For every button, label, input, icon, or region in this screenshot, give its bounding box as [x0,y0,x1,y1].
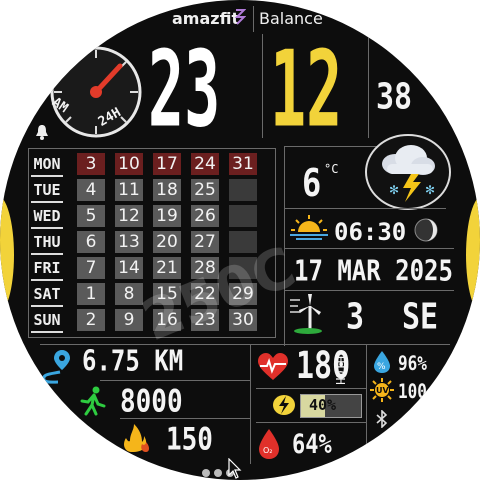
uv-sun-icon: UV [370,378,394,406]
calendar-cell: 19 [153,205,181,227]
date-text: 17 MAR 2025 [294,254,453,288]
temperature-value: 6 [302,160,322,206]
steps-runner-icon [80,386,106,420]
battery-bar: 40% [300,394,362,418]
calendar-day-sat: SAT [31,283,63,307]
calendar-cell: 6 [77,231,105,253]
sunrise-icon [290,214,328,244]
calendar-cell: 18 [153,179,181,201]
bluetooth-icon [375,409,389,432]
calendar-cell [229,179,257,201]
minute-digits: 12 [270,29,343,152]
calendar-cell: 9 [115,309,143,331]
calendar-cell: 3 [77,153,105,175]
temperature-unit: °C [324,162,339,176]
calendar-cell: 2 [77,309,105,331]
wind-level: 3 [346,296,365,338]
calendar-cell: 25 [191,179,219,201]
distance-pin-icon [40,348,70,388]
svg-text:UV: UV [376,386,389,395]
brand-logo: amazfit [172,9,240,28]
calendar-cell: 13 [115,231,143,253]
wind-turbine-icon [288,294,324,338]
calendar-day-mon: MON [31,153,63,177]
calendar-cell: 20 [153,231,181,253]
calendar-cell: 7 [77,257,105,279]
svg-text:O₂: O₂ [263,446,273,455]
calendar-cell: 27 [191,231,219,253]
svg-text:%: % [377,362,386,372]
calendar-cell: 5 [77,205,105,227]
calendar-day-fri: FRI [31,257,63,281]
heart-rate-icon [256,352,290,386]
calendar-cell: 26 [191,205,219,227]
moon-phase-icon [414,218,438,246]
spo2-value: 64% [292,430,332,460]
calendar-cell: 24 [191,153,219,175]
calendar-day-sun: SUN [31,309,63,333]
calendar-day-thu: THU [31,231,63,255]
battery-percent: 40% [309,396,337,414]
hour-digits: 23 [148,29,221,152]
calendar-cell: 31 [229,153,257,175]
calendar-cell [229,205,257,227]
humidity-icon: % [372,350,392,378]
dial-24h [48,44,144,140]
calendar-cell: 10 [115,153,143,175]
alarm-bell-icon [34,124,50,144]
calendar-cell: 1 [77,283,105,305]
svg-text:✻: ✻ [425,183,435,197]
calendar-cell: 14 [115,257,143,279]
spo2-drop-icon: O₂ [256,428,282,464]
uv-value: 100 [398,380,427,403]
right-accent-bar [466,195,480,315]
wind-direction: SE [402,296,439,338]
battery-bolt-icon [272,394,296,420]
distance-value: 6.75 KM [82,344,184,378]
second-digits: 38 [376,76,413,118]
left-accent-bar [0,195,14,315]
calendar-cell: 17 [153,153,181,175]
svg-text:✻: ✻ [389,183,399,197]
calendar-day-tue: TUE [31,179,63,203]
calories-value: 150 [166,422,213,458]
calendar-cell: 11 [115,179,143,201]
calories-flame-icon [120,422,154,458]
zepp-logo-icon [234,8,247,26]
model-label: Balance [259,9,323,28]
heart-zone-label: HIGH [333,356,347,385]
steps-value: 8000 [120,384,183,420]
page-dot[interactable] [202,469,210,477]
watch-face: amazfit Balance AM 24H 23 12 38 MON 3 10 17… [0,0,480,480]
calendar-day-wed: WED [31,205,63,229]
calendar-cell: 4 [77,179,105,201]
sunrise-time: 06:30 [334,218,407,246]
humidity-value: 96% [398,352,427,375]
page-dot[interactable] [214,469,222,477]
calendar-cell: 12 [115,205,143,227]
weather-thunder-snow-icon: ✻ ✻ [365,134,451,210]
mouse-cursor-icon [228,457,242,480]
